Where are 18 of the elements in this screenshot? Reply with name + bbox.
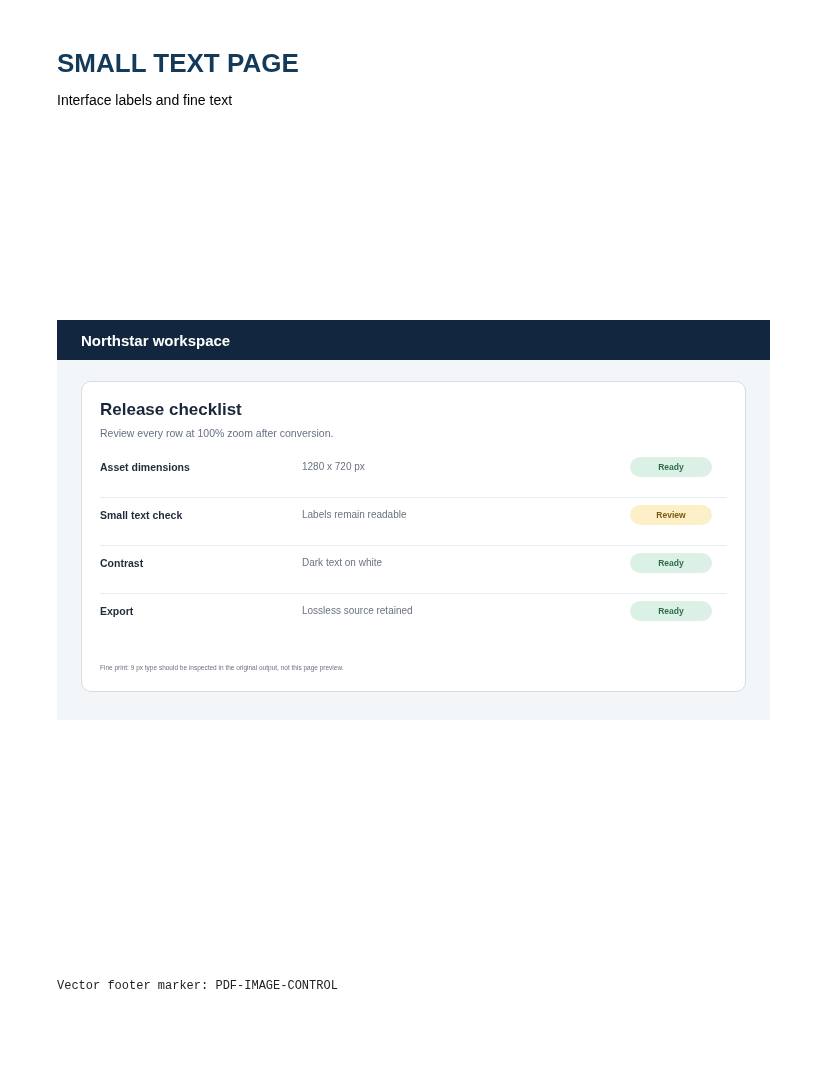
page-subtitle: Interface labels and fine text <box>57 91 233 110</box>
row-label: Small text check <box>100 508 183 523</box>
row-value: Lossless source retained <box>302 604 413 618</box>
status-tag: Review <box>630 505 712 525</box>
footer-marker: Vector footer marker: PDF-IMAGE-CONTROL <box>57 978 338 994</box>
status-tag: Ready <box>630 553 712 573</box>
card-title: Release checklist <box>100 399 242 421</box>
status-tag: Ready <box>630 457 712 477</box>
row-label: Asset dimensions <box>100 460 190 475</box>
card-subtitle: Review every row at 100% zoom after conversion. <box>100 426 334 441</box>
page-title: SMALL TEXT PAGE <box>57 47 299 79</box>
status-tag: Ready <box>630 601 712 621</box>
row-label: Export <box>100 604 134 619</box>
row-value: 1280 x 720 px <box>302 460 365 474</box>
row-value: Labels remain readable <box>302 508 407 522</box>
row-label: Contrast <box>100 556 144 571</box>
workspace-title: Northstar workspace <box>81 331 231 351</box>
row-value: Dark text on white <box>302 556 383 570</box>
